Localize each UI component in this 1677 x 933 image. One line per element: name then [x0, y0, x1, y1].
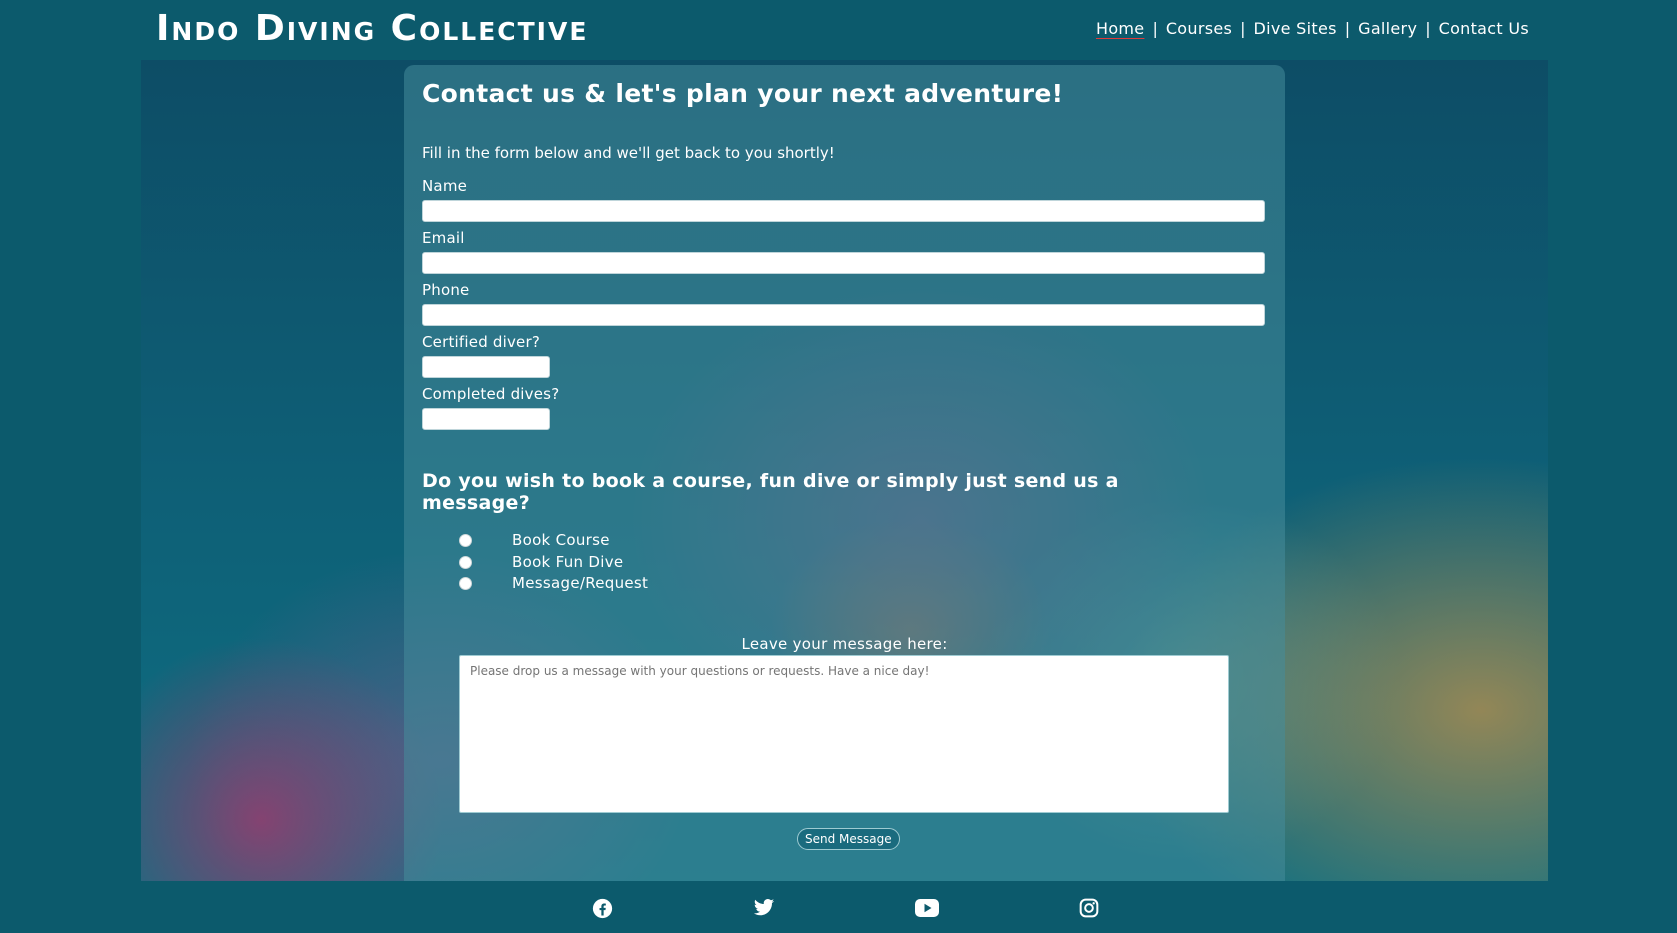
site-logo[interactable]: Indo Diving Collective: [156, 8, 588, 49]
booking-question: Do you wish to book a course, fun dive o…: [422, 470, 1119, 514]
radio-button[interactable]: [459, 576, 472, 590]
radio-label: Message/Request: [512, 574, 649, 592]
nav-separator: |: [1425, 19, 1431, 38]
contact-panel: Contact us & let's plan your next advent…: [404, 65, 1285, 881]
nav-home[interactable]: Home: [1096, 19, 1144, 38]
contact-title: Contact us & let's plan your next advent…: [422, 79, 1064, 108]
message-textarea[interactable]: [459, 655, 1229, 813]
main-nav: Home | Courses | Dive Sites | Gallery | …: [1096, 19, 1529, 38]
nav-separator: |: [1344, 19, 1351, 38]
contact-intro: Fill in the form below and we'll get bac…: [422, 144, 835, 162]
name-label: Name: [422, 177, 468, 195]
message-label: Leave your message here:: [741, 635, 948, 653]
phone-label: Phone: [422, 281, 470, 299]
radio-book-fun-dive[interactable]: Book Fun Dive: [459, 552, 623, 572]
site-footer: [0, 881, 1677, 933]
radio-label: Book Fun Dive: [512, 553, 624, 571]
nav-gallery[interactable]: Gallery: [1358, 19, 1417, 38]
email-input[interactable]: [422, 252, 1265, 274]
certified-input[interactable]: [422, 356, 550, 378]
completed-dives-label: Completed dives?: [422, 385, 560, 403]
radio-message-request[interactable]: Message/Request: [459, 573, 648, 593]
youtube-icon[interactable]: [915, 896, 939, 920]
nav-dive-sites[interactable]: Dive Sites: [1254, 19, 1337, 38]
phone-input[interactable]: [422, 304, 1265, 326]
completed-dives-input[interactable]: [422, 408, 550, 430]
send-message-button[interactable]: Send Message: [797, 828, 900, 850]
email-label: Email: [422, 229, 465, 247]
twitter-icon[interactable]: [752, 896, 776, 920]
certified-label: Certified diver?: [422, 333, 541, 351]
radio-button[interactable]: [459, 533, 472, 547]
nav-separator: |: [1152, 19, 1158, 38]
nav-contact-us[interactable]: Contact Us: [1439, 19, 1529, 38]
nav-courses[interactable]: Courses: [1166, 19, 1232, 38]
nav-separator: |: [1240, 19, 1246, 38]
site-header: Indo Diving Collective Home | Courses | …: [0, 0, 1677, 60]
radio-book-course[interactable]: Book Course: [459, 530, 610, 550]
name-input[interactable]: [422, 200, 1265, 222]
instagram-icon[interactable]: [1077, 896, 1101, 920]
radio-label: Book Course: [512, 531, 610, 549]
radio-button[interactable]: [459, 555, 472, 569]
facebook-icon[interactable]: [590, 896, 614, 920]
